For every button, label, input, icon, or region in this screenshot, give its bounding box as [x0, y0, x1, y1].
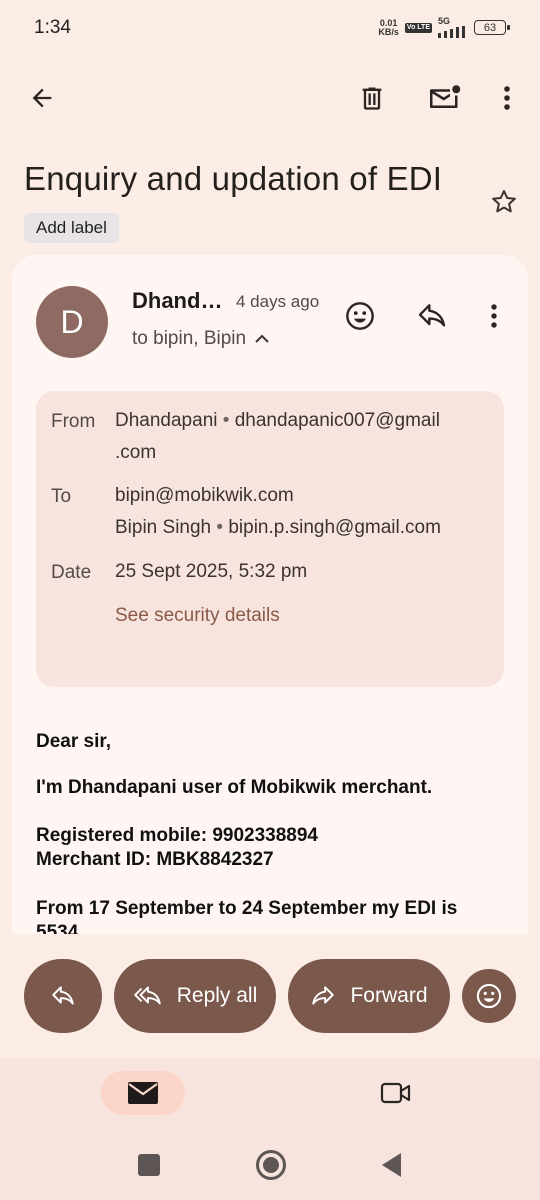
- date-value: 25 Sept 2025, 5:32 pm: [115, 561, 308, 582]
- reply-icon: [52, 986, 74, 1005]
- home-circle-icon[interactable]: [256, 1150, 286, 1180]
- nav-mail-tab[interactable]: [101, 1071, 185, 1115]
- emoji-icon: [476, 983, 502, 1009]
- recipients-toggle[interactable]: to bipin, Bipin: [132, 328, 270, 350]
- body-mobile: Registered mobile: 9902338894: [36, 825, 318, 846]
- star-icon[interactable]: [486, 184, 522, 220]
- forward-button[interactable]: Forward: [288, 959, 450, 1033]
- sender-avatar[interactable]: D: [36, 286, 108, 358]
- from-value: Dhandapani • dhandapanic007@gmail .com: [115, 410, 440, 463]
- more-options-icon[interactable]: [492, 78, 522, 118]
- body-merchant-id: Merchant ID: MBK8842327: [36, 849, 274, 870]
- to-label: To: [51, 486, 72, 507]
- nav-meet-tab[interactable]: [376, 1075, 416, 1111]
- emoji-button[interactable]: [462, 969, 516, 1023]
- date-label: Date: [51, 562, 92, 583]
- status-icons: 0.01 KB/s Vo LTE 5G 63: [378, 17, 510, 38]
- to-value: bipin@mobikwik.com Bipin Singh • bipin.p…: [115, 485, 441, 538]
- mark-unread-icon[interactable]: [424, 78, 466, 118]
- signal-icon: 5G: [438, 17, 468, 38]
- back-triangle-icon[interactable]: [380, 1152, 402, 1183]
- email-subject: Enquiry and updation of EDI: [24, 160, 443, 197]
- forward-icon: [312, 986, 335, 1005]
- volte-icon: Vo LTE: [404, 22, 432, 33]
- body-paragraph-3: From 17 September to 24 September my EDI…: [36, 898, 458, 919]
- chevron-up-icon: [255, 334, 269, 343]
- email-time: 4 days ago: [236, 292, 320, 311]
- status-time: 1:34: [34, 17, 71, 38]
- bottom-navigation: [0, 1058, 540, 1130]
- from-label: From: [51, 411, 96, 432]
- recipients-summary: to bipin, Bipin: [132, 328, 247, 349]
- mail-icon: [128, 1082, 158, 1104]
- reply-all-icon: [133, 986, 161, 1005]
- add-label-chip[interactable]: Add label: [24, 213, 119, 243]
- sender-name[interactable]: Dhand…: [132, 288, 222, 314]
- message-more-icon[interactable]: [480, 296, 508, 336]
- reply-icon[interactable]: [412, 296, 452, 336]
- video-camera-icon: [380, 1082, 411, 1104]
- battery-icon: 63: [474, 20, 510, 35]
- security-details-link[interactable]: See security details: [115, 605, 280, 627]
- delete-icon[interactable]: [352, 78, 392, 118]
- net-speed: 0.01 KB/s: [378, 17, 399, 37]
- body-paragraph-1: I'm Dhandapani user of Mobikwik merchant…: [36, 777, 433, 798]
- emoji-reaction-icon[interactable]: [340, 296, 380, 336]
- recents-square-icon[interactable]: [138, 1154, 160, 1176]
- reply-all-button[interactable]: Reply all: [114, 959, 276, 1033]
- reply-button[interactable]: [24, 959, 102, 1033]
- body-greeting: Dear sir,: [36, 731, 111, 752]
- back-arrow-icon[interactable]: [22, 78, 62, 118]
